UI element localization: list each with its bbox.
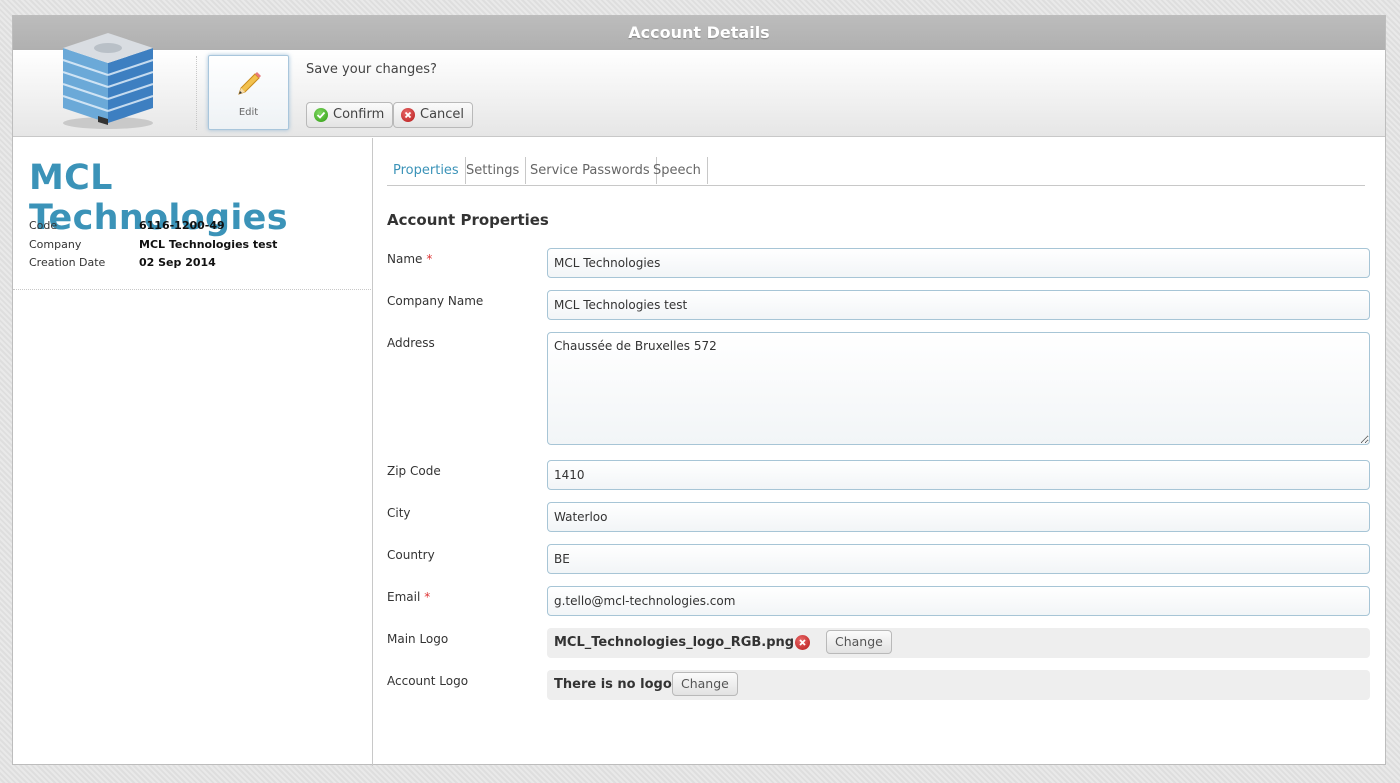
main-logo-label: Main Logo: [387, 632, 449, 646]
city-field[interactable]: [547, 502, 1370, 532]
confirm-label: Confirm: [333, 107, 385, 122]
save-changes-message: Save your changes?: [306, 62, 437, 77]
email-label: Email *: [387, 590, 431, 604]
cancel-label: Cancel: [420, 107, 465, 122]
tab-settings[interactable]: Settings: [460, 157, 527, 184]
zip-code-label: Zip Code: [387, 464, 441, 478]
info-value: 6116-1200-49: [139, 219, 225, 232]
name-label: Name *: [387, 252, 433, 266]
confirm-button[interactable]: Confirm: [306, 102, 394, 128]
tab-speech[interactable]: Speech: [647, 157, 708, 184]
office-building-icon: [62, 33, 154, 129]
name-field[interactable]: [547, 248, 1370, 278]
main-logo-change-button[interactable]: Change: [826, 630, 892, 654]
account-logo-status: There is no logo: [554, 677, 672, 692]
main-logo-filename: MCL_Technologies_logo_RGB.png: [554, 635, 795, 650]
account-logo-label: Account Logo: [387, 674, 469, 688]
account-logo-change-button[interactable]: Change: [672, 672, 738, 696]
window-title: Account Details: [13, 16, 1385, 50]
address-label: Address: [387, 336, 435, 350]
required-marker: *: [424, 590, 431, 604]
toolbar: Edit Save your changes? Confirm Cancel: [13, 33, 1385, 137]
address-field[interactable]: Chaussée de Bruxelles 572: [547, 332, 1370, 445]
toolbar-divider: [196, 56, 197, 130]
tab-service-passwords[interactable]: Service Passwords: [524, 157, 657, 184]
edit-button[interactable]: Edit: [208, 55, 289, 130]
account-summary-panel: MCL Technologies Code 6116-1200-49 Compa…: [13, 138, 373, 766]
info-key: Company: [29, 237, 82, 251]
company-name-field[interactable]: [547, 290, 1370, 320]
country-label: Country: [387, 548, 435, 562]
cancel-button[interactable]: Cancel: [393, 102, 474, 128]
city-label: City: [387, 506, 411, 520]
tab-properties[interactable]: Properties: [387, 157, 466, 184]
account-details-window: Account Details Edit Save your changes? …: [12, 15, 1386, 766]
info-row-company: Company MCL Technologies test: [29, 238, 359, 257]
pencil-icon: [238, 72, 261, 95]
account-logo-box: There is no logo Change: [547, 670, 1370, 700]
email-field[interactable]: [547, 586, 1370, 616]
info-key: Creation Date: [29, 256, 106, 269]
info-value: MCL Technologies test: [139, 237, 278, 251]
edit-label: Edit: [238, 107, 259, 118]
info-row-creation-date: Creation Date 02 Sep 2014: [29, 256, 359, 275]
info-key: Code: [29, 219, 58, 232]
section-title: Account Properties: [387, 211, 549, 229]
required-marker: *: [426, 252, 433, 266]
account-info-table: Code 6116-1200-49 Company MCL Technologi…: [29, 219, 359, 275]
country-field[interactable]: [547, 544, 1370, 574]
info-value: 02 Sep 2014: [139, 256, 216, 269]
info-row-code: Code 6116-1200-49: [29, 219, 359, 238]
summary-divider: [13, 289, 373, 290]
company-name-label: Company Name: [387, 294, 484, 308]
remove-logo-icon[interactable]: [795, 635, 810, 650]
check-icon: [314, 108, 328, 122]
zip-code-field[interactable]: [547, 460, 1370, 490]
close-icon: [401, 108, 415, 122]
main-logo-box: MCL_Technologies_logo_RGB.png Change: [547, 628, 1370, 658]
tab-bar: Properties Settings Service Passwords Sp…: [387, 157, 1365, 186]
